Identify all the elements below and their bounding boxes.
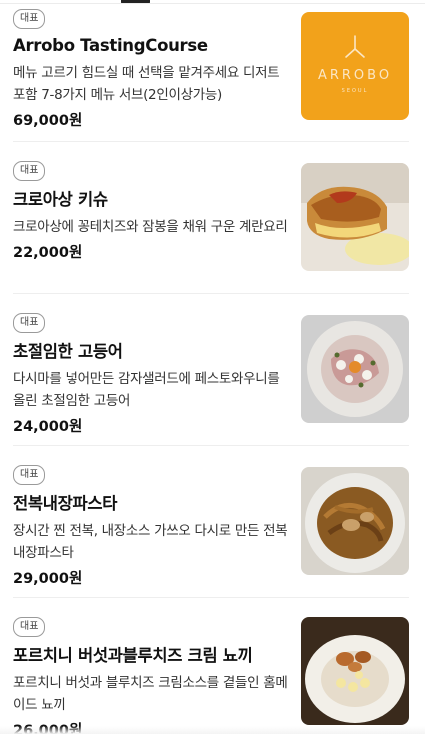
signature-badge: 대표 [13, 465, 46, 485]
porcini-gnocchi-photo-icon [301, 617, 409, 725]
menu-item[interactable]: 대표 전복내장파스타 장시간 찐 전복, 내장소스 가쓰오 다시로 만든 전복내… [0, 462, 425, 592]
menu-item[interactable]: 대표 크로아상 키슈 크로아상에 꽁테치즈와 잠봉을 채워 구운 계란요리 22… [0, 158, 425, 288]
arrobo-logo-icon: ARROBO SEOUL [301, 12, 409, 120]
menu-item[interactable]: 대표 초절임한 고등어 다시마를 넣어만든 감자샐러드에 페스토와우니를 올린 … [0, 310, 425, 440]
signature-badge: 대표 [13, 161, 46, 181]
item-divider [13, 141, 409, 142]
item-divider [13, 445, 409, 446]
menu-item[interactable]: 대표 Arrobo TastingCourse 메뉴 고르기 힘드실 때 선택을… [0, 6, 425, 136]
svg-text:ARROBO: ARROBO [318, 68, 392, 83]
signature-badge: 대표 [13, 313, 46, 333]
item-divider [13, 597, 409, 598]
signature-badge: 대표 [13, 9, 46, 29]
menu-item-info: 대표 Arrobo TastingCourse 메뉴 고르기 힘드실 때 선택을… [13, 6, 288, 131]
menu-item-description: 다시마를 넣어만든 감자샐러드에 페스토와우니를 올린 초절임한 고등어 [13, 371, 280, 409]
menu-item-price: 22,000원 [13, 245, 83, 261]
menu-item-description: 크로아상에 꽁테치즈와 잠봉을 채워 구운 계란요리 [13, 219, 288, 235]
item-divider [13, 293, 409, 294]
menu-item-name: 전복내장파스타 [13, 494, 118, 513]
abalone-pasta-photo-icon [301, 467, 409, 575]
menu-item-name: Arrobo TastingCourse [13, 36, 208, 55]
signature-badge: 대표 [13, 617, 46, 637]
top-divider [0, 3, 425, 4]
menu-item-price: 29,000원 [13, 571, 83, 587]
menu-item-info: 대표 초절임한 고등어 다시마를 넣어만든 감자샐러드에 페스토와우니를 올린 … [13, 310, 288, 437]
menu-item-image[interactable] [301, 315, 409, 423]
menu-item[interactable]: 대표 포르치니 버섯과블루치즈 크림 뇨끼 포르치니 버섯과 블루치즈 크림소스… [0, 614, 425, 734]
menu-item-description: 메뉴 고르기 힘드실 때 선택을 맡겨주세요 디저트포함 7-8가지 메뉴 서브… [13, 65, 280, 103]
menu-item-info: 대표 크로아상 키슈 크로아상에 꽁테치즈와 잠봉을 채워 구운 계란요리 22… [13, 158, 288, 263]
svg-text:SEOUL: SEOUL [342, 88, 369, 94]
menu-item-image[interactable] [301, 163, 409, 271]
menu-item-image[interactable] [301, 617, 409, 725]
menu-item-name: 포르치니 버섯과블루치즈 크림 뇨끼 [13, 646, 253, 665]
menu-item-info: 대표 포르치니 버섯과블루치즈 크림 뇨끼 포르치니 버섯과 블루치즈 크림소스… [13, 614, 288, 734]
croissant-quiche-photo-icon [301, 163, 409, 271]
menu-item-image[interactable]: ARROBO SEOUL [301, 12, 409, 120]
menu-item-image[interactable] [301, 467, 409, 575]
menu-item-price: 24,000원 [13, 419, 83, 435]
bottom-fade [0, 726, 425, 734]
menu-item-name: 초절임한 고등어 [13, 342, 123, 361]
menu-item-info: 대표 전복내장파스타 장시간 찐 전복, 내장소스 가쓰오 다시로 만든 전복내… [13, 462, 288, 589]
menu-item-description: 포르치니 버섯과 블루치즈 크림소스를 곁들인 홈메이드 뇨끼 [13, 675, 288, 713]
menu-item-name: 크로아상 키슈 [13, 190, 108, 209]
menu-item-price: 69,000원 [13, 113, 83, 129]
menu-item-description: 장시간 찐 전복, 내장소스 가쓰오 다시로 만든 전복내장파스타 [13, 523, 288, 561]
marinated-mackerel-photo-icon [301, 315, 409, 423]
